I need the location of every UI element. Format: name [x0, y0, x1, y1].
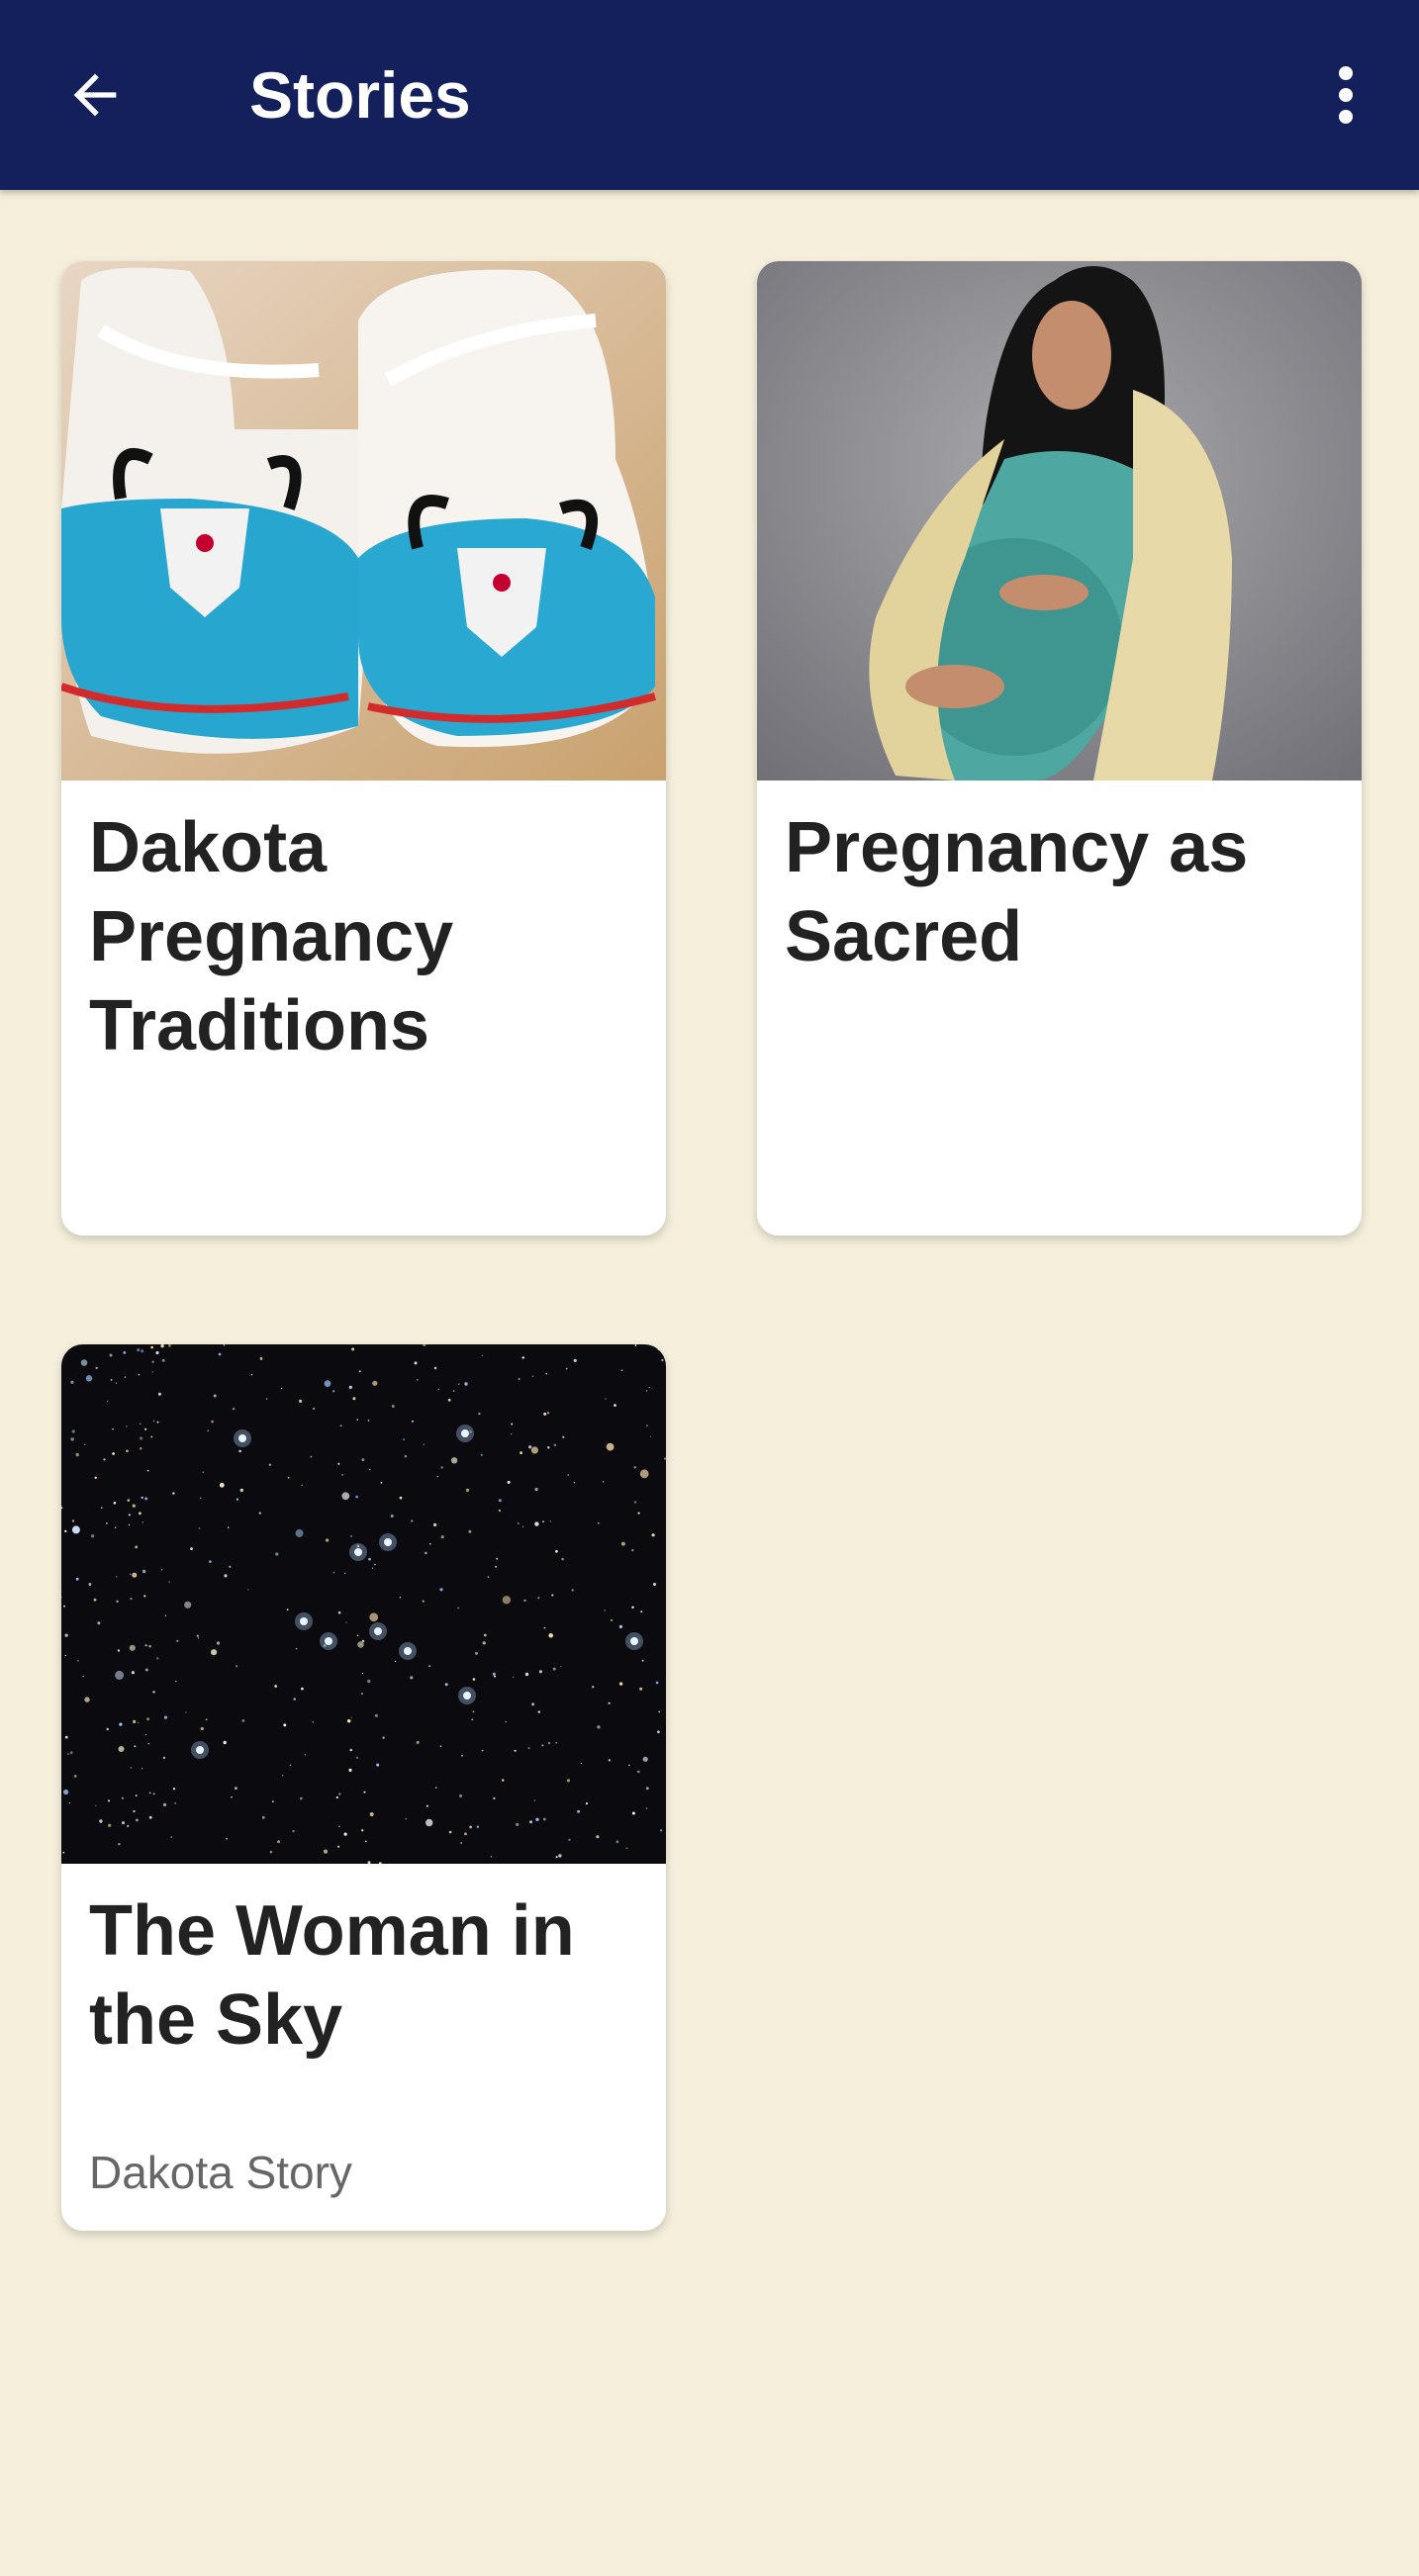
arrow-back-icon — [73, 73, 117, 117]
overflow-menu-button[interactable] — [1296, 46, 1395, 144]
story-image-pregnant-woman — [757, 261, 1362, 781]
story-card-dakota-pregnancy-traditions[interactable]: Dakota Pregnancy Traditions — [61, 261, 666, 1236]
story-card-pregnancy-as-sacred[interactable]: Pregnancy as Sacred — [757, 261, 1362, 1236]
story-card-woman-in-the-sky[interactable]: The Woman in the Sky Dakota Story — [61, 1344, 666, 2231]
page-title: Stories — [249, 58, 471, 132]
story-subtitle: Dakota Story — [89, 2147, 352, 2198]
more-vert-icon — [1339, 66, 1353, 124]
story-title: Pregnancy as Sacred — [785, 808, 1249, 976]
story-image-star-cluster — [61, 1344, 666, 1864]
story-title: Dakota Pregnancy Traditions — [89, 808, 454, 1065]
back-button[interactable] — [46, 46, 144, 144]
app-bar: Stories — [0, 0, 1419, 190]
story-title: The Woman in the Sky — [89, 1891, 575, 2060]
story-image-moccasins — [61, 261, 666, 781]
